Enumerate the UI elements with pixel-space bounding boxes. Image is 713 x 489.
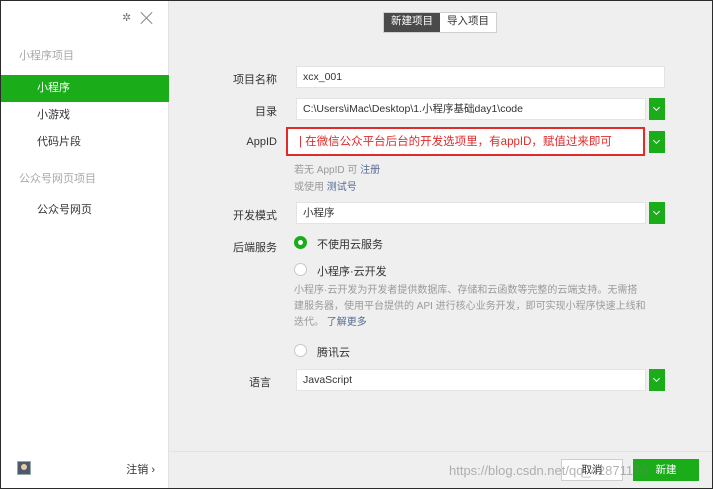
sidebar-item-snippet[interactable]: 代码片段 xyxy=(1,129,169,156)
radio-cloud-dev[interactable] xyxy=(294,263,307,276)
learn-more-link[interactable]: 了解更多 xyxy=(327,317,367,328)
sidebar-footer: 注销 › xyxy=(1,448,169,488)
appid-annotation: | 在微信公众平台后台的开发选项里，有appID，赋值过来即可 xyxy=(299,136,612,148)
window-controls: ✲ xyxy=(122,9,154,27)
appid-hint-test: 或使用 测试号 xyxy=(294,178,357,193)
avatar[interactable] xyxy=(17,461,31,475)
directory-browse-button[interactable] xyxy=(649,98,665,120)
dev-mode-select[interactable]: 小程序 xyxy=(296,202,646,224)
language-label: 语言 xyxy=(249,377,271,389)
language-select[interactable]: JavaScript xyxy=(296,369,646,391)
project-name-label: 项目名称 xyxy=(233,74,277,86)
radio-no-cloud-label: 不使用云服务 xyxy=(317,239,383,251)
footer-divider xyxy=(169,451,712,452)
cloud-description: 小程序·云开发为开发者提供数据库、存储和云函数等完整的云端支持。无需搭 建服务器… xyxy=(294,283,666,331)
logout-link[interactable]: 注销 › xyxy=(126,461,155,477)
directory-label: 目录 xyxy=(255,106,277,118)
language-dropdown-button[interactable] xyxy=(649,369,665,391)
dev-mode-label: 开发模式 xyxy=(233,210,277,222)
appid-dropdown-button[interactable] xyxy=(649,131,665,153)
project-tabs: 新建项目 导入项目 xyxy=(383,12,497,33)
watermark: https://blog.csdn.net/qq_42871170 xyxy=(449,463,648,478)
project-name-input[interactable]: xcx_001 xyxy=(296,66,665,88)
appid-label: AppID xyxy=(246,136,277,148)
radio-no-cloud[interactable] xyxy=(294,236,307,249)
register-link[interactable]: 注册 xyxy=(360,165,380,176)
close-icon[interactable] xyxy=(140,11,154,25)
directory-input[interactable]: C:\Users\iMac\Desktop\1.小程序基础day1\code xyxy=(296,98,646,120)
tab-new-project[interactable]: 新建项目 xyxy=(384,13,440,32)
dev-mode-dropdown-button[interactable] xyxy=(649,202,665,224)
appid-hint-register: 若无 AppID 可 注册 xyxy=(294,161,380,176)
hint-no-appid-text: 若无 AppID 可 xyxy=(294,165,358,176)
hint-or-use-text: 或使用 xyxy=(294,182,324,193)
radio-cloud-dev-label: 小程序·云开发 xyxy=(317,266,387,278)
sidebar-section-miniprogram: 小程序项目 xyxy=(19,50,74,62)
tab-import-project[interactable]: 导入项目 xyxy=(440,13,496,32)
sidebar-item-miniprogram[interactable]: 小程序 xyxy=(1,75,169,102)
sidebar-item-minigame[interactable]: 小游戏 xyxy=(1,102,169,129)
sidebar-item-webpage[interactable]: 公众号网页 xyxy=(1,197,169,224)
gear-icon[interactable]: ✲ xyxy=(122,13,132,24)
sidebar-section-web: 公众号网页项目 xyxy=(19,173,96,185)
cloud-desc-line-3-text: 迭代。 xyxy=(294,317,324,328)
radio-tencent-cloud-label: 腾讯云 xyxy=(317,347,350,359)
cloud-desc-line-3: 迭代。 了解更多 xyxy=(294,315,666,331)
new-project-window: ✲ 小程序项目 小程序 小游戏 代码片段 公众号网页项目 公众号网页 注销 › … xyxy=(0,0,713,489)
sidebar: ✲ 小程序项目 小程序 小游戏 代码片段 公众号网页项目 公众号网页 注销 › xyxy=(1,1,169,488)
test-account-link[interactable]: 测试号 xyxy=(327,182,357,193)
cloud-desc-line-1: 小程序·云开发为开发者提供数据库、存储和云函数等完整的云端支持。无需搭 xyxy=(294,285,638,296)
cloud-desc-line-2: 建服务器，使用平台提供的 API 进行核心业务开发，即可实现小程序快速上线和 xyxy=(294,301,646,312)
backend-label: 后端服务 xyxy=(233,242,277,254)
radio-tencent-cloud[interactable] xyxy=(294,344,307,357)
